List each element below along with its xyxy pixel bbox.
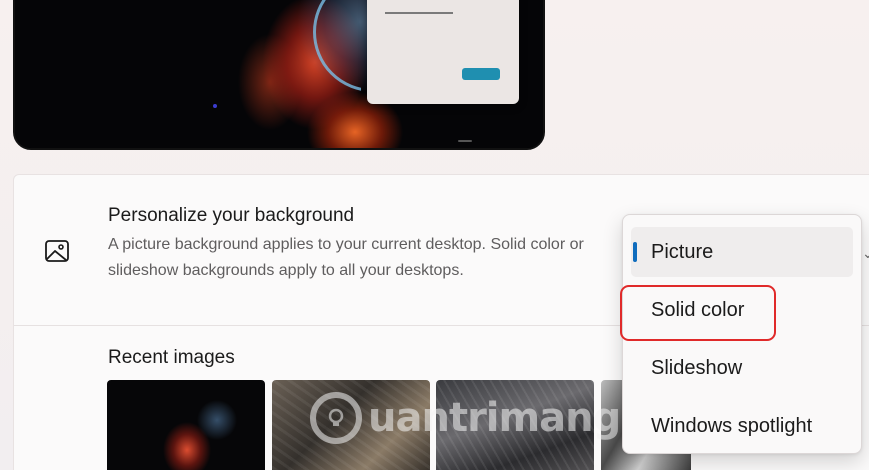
dropdown-option-slideshow[interactable]: Slideshow bbox=[631, 343, 853, 393]
dropdown-option-solid-color[interactable]: Solid color bbox=[631, 285, 853, 335]
dropdown-option-label: Solid color bbox=[651, 298, 745, 321]
recent-image-thumbnail[interactable] bbox=[436, 380, 594, 470]
chevron-down-icon[interactable]: ⌄ bbox=[862, 245, 869, 262]
preview-window bbox=[367, 0, 519, 104]
dropdown-option-label: Windows spotlight bbox=[651, 414, 813, 437]
dropdown-option-label: Picture bbox=[651, 240, 714, 263]
selected-indicator bbox=[633, 242, 637, 262]
desktop-preview bbox=[13, 0, 545, 150]
recent-image-thumbnail[interactable] bbox=[272, 380, 430, 470]
wallpaper-star bbox=[213, 104, 217, 108]
preview-window-button bbox=[462, 68, 500, 80]
personalize-background-description: A picture background applies to your cur… bbox=[108, 236, 584, 279]
recent-image-thumbnail[interactable] bbox=[107, 380, 265, 470]
dropdown-option-label: Slideshow bbox=[651, 356, 743, 379]
preview-taskbar-indicator bbox=[458, 140, 472, 142]
background-type-dropdown: Picture Solid color Slideshow Windows sp… bbox=[622, 214, 862, 454]
recent-images-title: Recent images bbox=[108, 347, 235, 368]
image-icon bbox=[45, 240, 69, 262]
dropdown-option-windows-spotlight[interactable]: Windows spotlight bbox=[631, 401, 853, 451]
preview-window-line bbox=[385, 12, 453, 14]
dropdown-option-picture[interactable]: Picture bbox=[631, 227, 853, 277]
personalize-background-title: Personalize your background bbox=[108, 205, 355, 226]
